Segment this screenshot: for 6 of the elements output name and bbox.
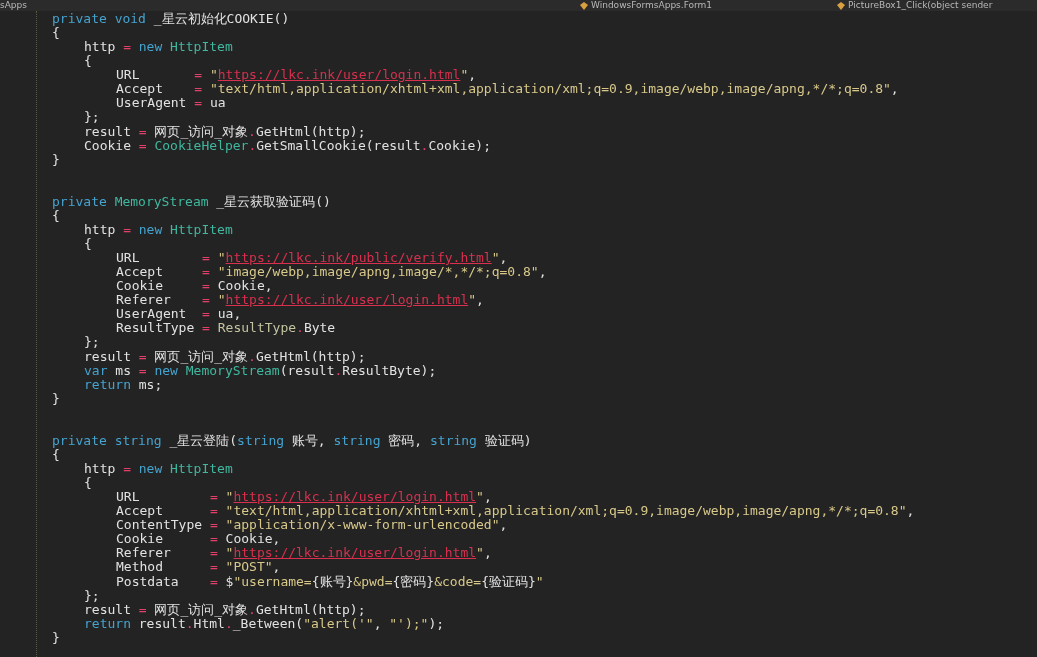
method-code-text: private string _星云登陆(string 账号, string 密码, string 验证码) { http = new HttpItem { URL = "https://lkc.ink/user/login.html", Accept = "text/html,application/xhtml+xml,application/xml;q=0.9,image/webp,image/apng,*/*;q=0.8", ContentType = "application/x-www-form-urlencoded", Cookie = Cookie, Referer = "https://lkc.ink/user/login.html", Method = "POST", Postdata = $"username={账号}&pwd={密码}&code={验证码}" }; result = 网页_访问_对象.GetHtml(http); return result.Html._Between("alert('", "');"); }	[51, 433, 916, 645]
method-code-text: private MemoryStream _星云获取验证码() { http = new HttpItem { URL = "https://lkc.ink/public/verify.html", Accept = "image/webp,image/apng,image/*,*/*;q=0.8", Cookie = Cookie, Referer = "https://lkc.ink/user/login.html", UserAgent = ua, ResultType = ResultType.Byte }; result = 网页_访问_对象.GetHtml(http); var ms = new MemoryStream(result.ResultByte); return ms; }	[51, 194, 548, 406]
navigation-dropdown[interactable]: PictureBox1_Click(object sender	[848, 0, 993, 11]
navigation-dropdown[interactable]: WindowsFormsApps.Form1	[591, 0, 713, 11]
navigation-dropdown[interactable]: sApps	[0, 0, 27, 11]
method-code-text: private void _星云初始化COOKIE() { http = new HttpItem { URL = "https://lkc.ink/user/login.html", Accept = "text/html,application/xhtml+xml,application/xml;q=0.9,image/webp,image/apng,*/*;q=0.8", UserAgent = ua }; result = 网页_访问_对象.GetHtml(http); Cookie = CookieHelper.GetSmallCookie(result.Cookie); }	[51, 12, 900, 167]
